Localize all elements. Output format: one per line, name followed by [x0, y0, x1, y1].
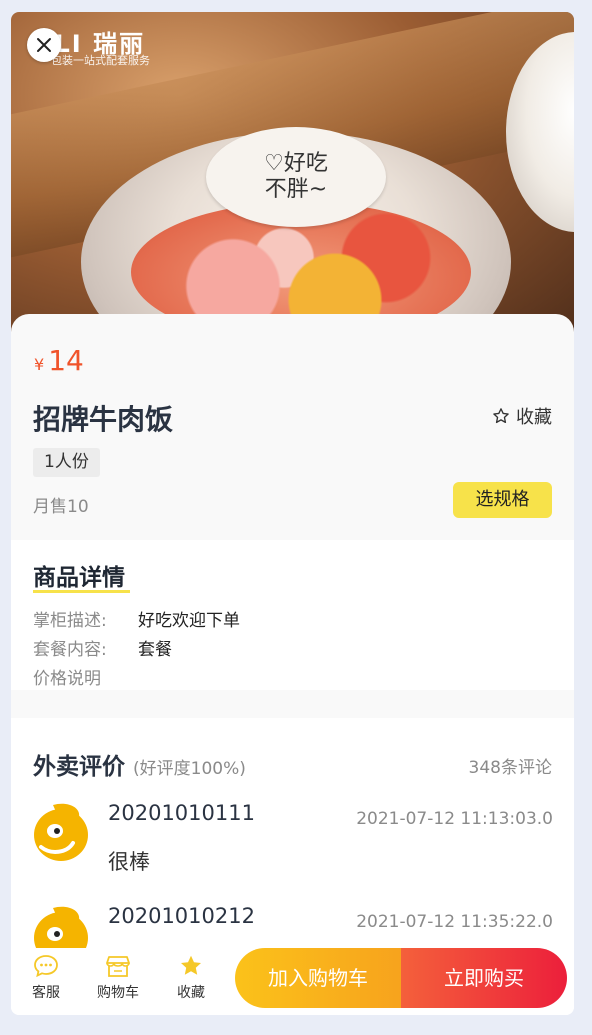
favorite-toggle[interactable]: 收藏: [492, 403, 552, 429]
favorite-label: 收藏: [516, 407, 552, 428]
price: ¥ 14: [34, 344, 84, 377]
product-card: ♡好吃 不胖~ ULI 瑞丽 包装一站式配套服务 ¥ 14 招牌牛肉饭 收藏 1…: [11, 12, 574, 1015]
detail-value: 好吃欢迎下单: [138, 611, 240, 631]
store-icon: [106, 956, 130, 977]
detail-row-price-note[interactable]: 价格说明: [33, 664, 101, 689]
details-title-underline: [33, 590, 130, 593]
reviews-header: 外卖评价 (好评度100%): [33, 747, 246, 781]
avatar: [34, 906, 88, 948]
review-time: 2021-07-12 11:13:03.0: [356, 809, 553, 829]
chat-bubble-icon: [34, 955, 58, 978]
details-title: 商品详情: [33, 565, 125, 591]
detail-row-package: 套餐内容: 套餐: [33, 635, 172, 660]
review-item: 20201010111 2021-07-12 11:13:03.0 很棒: [33, 801, 553, 891]
review-item: 20201010212 2021-07-12 11:35:22.0: [33, 904, 553, 948]
product-image: ♡好吃 不胖~ ULI 瑞丽 包装一站式配套服务: [11, 12, 574, 342]
close-icon: [37, 38, 51, 52]
favorite-tab-label: 收藏: [177, 985, 205, 1001]
price-value: 14: [48, 344, 84, 377]
detail-value: 套餐: [138, 640, 172, 660]
product-title: 招牌牛肉饭: [33, 403, 174, 436]
monthly-sales: 月售10: [33, 497, 89, 517]
reviewer-name: 20201010111: [108, 801, 255, 825]
favorite-tab[interactable]: 收藏: [161, 954, 221, 1002]
reviews-rating: (好评度100%): [133, 759, 246, 779]
reviewer-name: 20201010212: [108, 904, 255, 928]
buy-now-button[interactable]: 立即购买: [401, 948, 567, 1008]
reviews-section: 外卖评价 (好评度100%) 348条评论 20201010111 2021-0…: [11, 718, 574, 948]
reviews-count[interactable]: 348条评论: [469, 753, 552, 778]
cup-label: ♡好吃 不胖~: [206, 127, 386, 227]
add-to-cart-button[interactable]: 加入购物车: [235, 948, 401, 1008]
reviews-title: 外卖评价: [33, 754, 125, 780]
star-outline-icon: [493, 408, 509, 424]
bottom-action-bar: 客服 购物车 收藏 加入购物车 立即购买: [11, 948, 574, 1015]
cart-label: 购物车: [97, 985, 139, 1001]
product-info-panel: ¥ 14 招牌牛肉饭 收藏 1人份 月售10 选规格: [11, 314, 574, 540]
avatar: [34, 803, 88, 861]
currency-symbol: ¥: [34, 355, 45, 374]
review-text: 很棒: [108, 850, 150, 874]
service-label: 客服: [32, 985, 60, 1001]
detail-label: 掌柜描述:: [33, 611, 107, 631]
section-divider: [11, 690, 574, 718]
portion-tag: 1人份: [33, 448, 100, 477]
brand-slogan: 包装一站式配套服务: [51, 54, 150, 67]
star-filled-icon: [181, 955, 201, 975]
detail-label: 套餐内容:: [33, 640, 107, 660]
product-details-section: 商品详情 掌柜描述: 好吃欢迎下单 套餐内容: 套餐 价格说明: [11, 540, 574, 690]
select-spec-button[interactable]: 选规格: [453, 482, 552, 518]
close-button[interactable]: [27, 28, 61, 62]
service-tab[interactable]: 客服: [16, 954, 76, 1002]
detail-row-description: 掌柜描述: 好吃欢迎下单: [33, 606, 240, 631]
cart-tab[interactable]: 购物车: [88, 954, 148, 1002]
detail-label: 价格说明: [33, 669, 101, 689]
review-time: 2021-07-12 11:35:22.0: [356, 912, 553, 932]
